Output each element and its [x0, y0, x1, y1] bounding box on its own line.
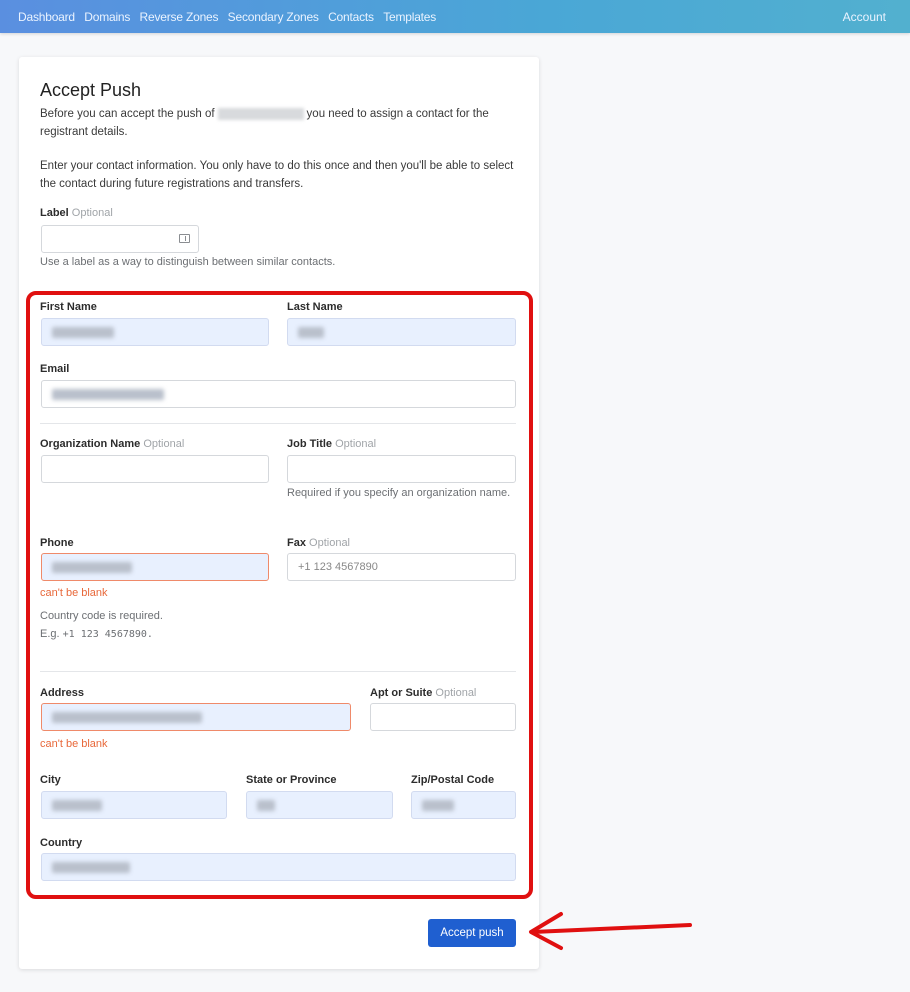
- redacted-value: [52, 388, 164, 400]
- redacted-domain: [217, 107, 304, 120]
- country-select[interactable]: [41, 853, 516, 881]
- redacted-value: [52, 561, 132, 573]
- last-name-input[interactable]: [287, 318, 516, 346]
- label-field-label: Label Optional: [40, 207, 113, 219]
- redacted-value: [422, 799, 454, 811]
- first-name-label: First Name: [40, 301, 97, 313]
- city-input[interactable]: [41, 791, 227, 819]
- phone-help-prefix: E.g.: [40, 628, 60, 640]
- city-label: City: [40, 774, 61, 786]
- job-title-label-text: Job Title: [287, 438, 333, 450]
- email-input[interactable]: [41, 380, 516, 408]
- nav-reverse-zones[interactable]: Reverse Zones: [140, 10, 219, 24]
- organization-label-text: Organization Name: [40, 438, 141, 450]
- nav-contacts[interactable]: Contacts: [328, 10, 374, 24]
- page-title: Accept Push: [40, 80, 142, 100]
- label-help: Use a label as a way to distinguish betw…: [40, 256, 336, 268]
- redacted-value: [298, 326, 324, 338]
- phone-error: can't be blank: [40, 587, 108, 599]
- address-error: can't be blank: [40, 738, 108, 750]
- annotation-arrow-icon: [529, 912, 692, 950]
- first-name-input[interactable]: [41, 318, 269, 346]
- top-navigation: Dashboard Domains Reverse Zones Secondar…: [0, 0, 910, 33]
- phone-input[interactable]: [41, 553, 269, 581]
- intro-text-before: Before you can accept the push of: [40, 108, 215, 120]
- email-label: Email: [40, 363, 70, 375]
- fax-label: Fax Optional: [287, 537, 350, 549]
- nav-links: Dashboard Domains Reverse Zones Secondar…: [18, 10, 442, 24]
- nav-dashboard[interactable]: Dashboard: [18, 10, 75, 24]
- job-title-help: Required if you specify an organization …: [287, 487, 511, 499]
- accept-push-button[interactable]: Accept push: [428, 919, 516, 947]
- address-label: Address: [40, 687, 85, 699]
- redacted-value: [52, 861, 130, 873]
- phone-help-line1: Country code is required.: [40, 610, 163, 622]
- job-title-input[interactable]: [287, 455, 516, 483]
- optional-tag: Optional: [71, 207, 113, 219]
- country-label: Country: [40, 837, 83, 849]
- state-input[interactable]: [246, 791, 393, 819]
- last-name-label: Last Name: [287, 301, 343, 313]
- optional-tag: Optional: [335, 438, 377, 450]
- phone-help: Country code is required. E.g. +1 123 45…: [40, 607, 163, 644]
- optional-tag: Optional: [309, 537, 351, 549]
- phone-help-example: +1 123 4567890.: [62, 629, 153, 640]
- organization-input[interactable]: [41, 455, 269, 483]
- contact-card-icon: [179, 234, 190, 243]
- nav-templates[interactable]: Templates: [383, 10, 436, 24]
- fax-label-text: Fax: [287, 537, 306, 549]
- redacted-value: [52, 711, 202, 723]
- address-input[interactable]: [41, 703, 351, 731]
- zip-input[interactable]: [411, 791, 516, 819]
- redacted-value: [52, 326, 114, 338]
- redacted-value: [257, 799, 275, 811]
- intro-paragraph-2: Enter your contact information. You only…: [40, 160, 514, 190]
- job-title-label: Job Title Optional: [287, 438, 376, 450]
- nav-secondary-zones[interactable]: Secondary Zones: [228, 10, 319, 24]
- organization-label: Organization Name Optional: [40, 438, 184, 450]
- zip-label: Zip/Postal Code: [411, 774, 495, 786]
- optional-tag: Optional: [143, 438, 185, 450]
- apt-label-text: Apt or Suite: [370, 687, 433, 699]
- phone-help-line2: E.g. +1 123 4567890.: [40, 625, 163, 644]
- state-label: State or Province: [246, 774, 337, 786]
- label-input[interactable]: [41, 225, 199, 253]
- optional-tag: Optional: [435, 687, 477, 699]
- divider: [40, 671, 516, 672]
- nav-domains[interactable]: Domains: [84, 10, 130, 24]
- nav-account[interactable]: Account: [843, 10, 886, 24]
- divider: [40, 423, 516, 424]
- intro-paragraph-1: Before you can accept the push of you nee…: [40, 105, 520, 141]
- redacted-value: [52, 799, 102, 811]
- apt-label: Apt or Suite Optional: [370, 687, 476, 699]
- label-field-label-text: Label: [40, 207, 69, 219]
- phone-label: Phone: [40, 537, 74, 549]
- fax-input[interactable]: +1 123 4567890: [287, 553, 516, 581]
- apt-input[interactable]: [370, 703, 516, 731]
